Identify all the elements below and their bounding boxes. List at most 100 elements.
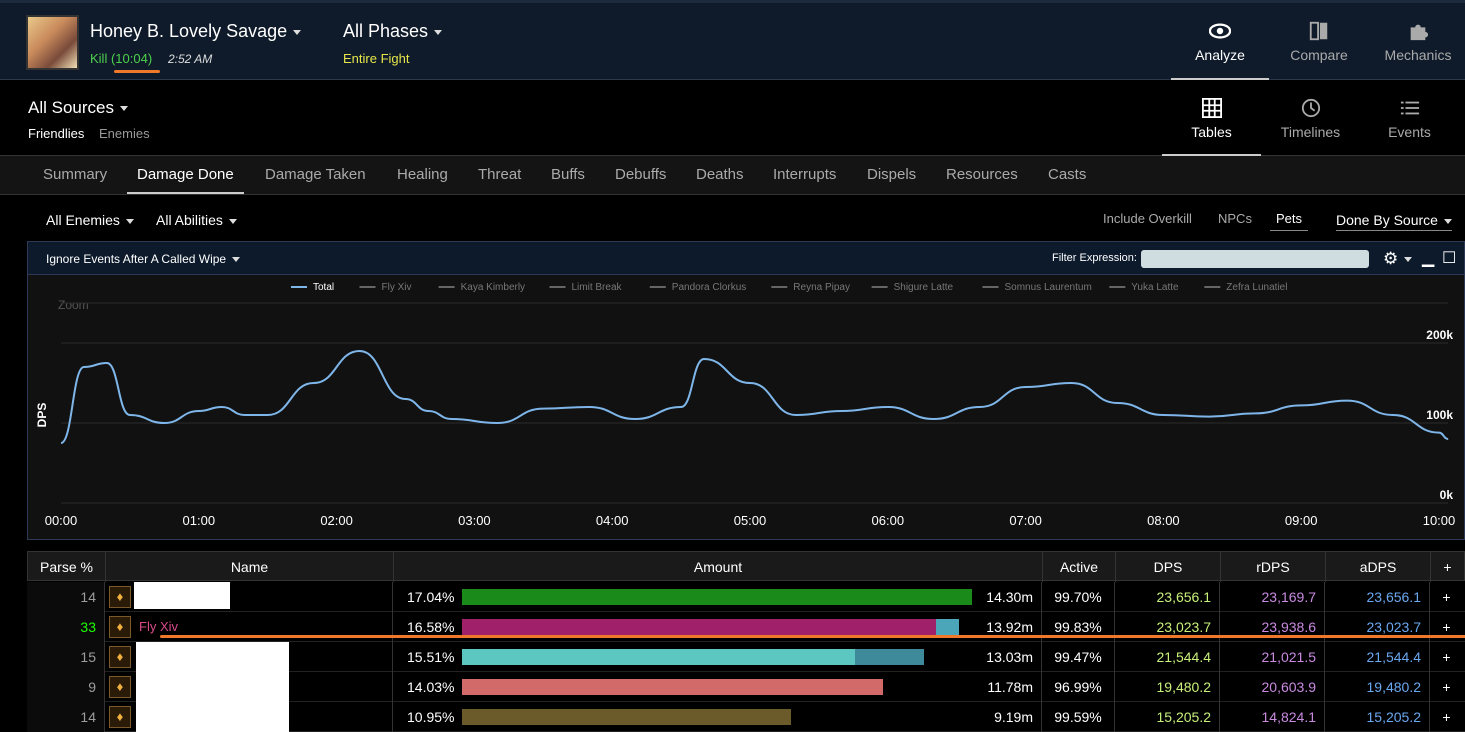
add-button[interactable]: +: [1430, 642, 1463, 672]
enemies-toggle[interactable]: Enemies: [99, 126, 150, 141]
legend-item: Fly Xiv: [382, 282, 412, 293]
adps-cell: 23,656.1: [1325, 582, 1430, 612]
col-parse[interactable]: Parse %: [28, 552, 106, 582]
dps-chart[interactable]: Total Fly Xiv Kaya Kimberly Limit Break Pand…: [28, 275, 1464, 540]
add-button[interactable]: +: [1430, 672, 1463, 702]
col-rdps[interactable]: rDPS: [1221, 552, 1326, 582]
tab-buffs[interactable]: Buffs: [551, 156, 585, 194]
done-by-dropdown[interactable]: Done By Source: [1336, 212, 1452, 231]
legend-item: Yuka Latte: [1131, 282, 1179, 293]
pets-toggle[interactable]: Pets: [1270, 211, 1309, 231]
tab-deaths[interactable]: Deaths: [696, 156, 744, 194]
list-icon: [1400, 101, 1419, 115]
maximize-icon[interactable]: ☐: [1442, 248, 1456, 268]
chevron-down-icon: [119, 106, 128, 112]
tab-damage-done[interactable]: Damage Done: [127, 156, 244, 194]
x-tick-label: 04:00: [596, 513, 629, 528]
redacted-name: [136, 672, 289, 702]
x-tick-label: 00:00: [45, 513, 78, 528]
zoom-label: Zoom: [58, 298, 89, 312]
job-icon: ♦: [109, 706, 131, 728]
name-cell[interactable]: ♦: [105, 672, 393, 702]
phase-selector[interactable]: All Phases: [343, 21, 443, 42]
ignore-events-dropdown[interactable]: Ignore Events After A Called Wipe: [46, 252, 241, 266]
name-cell[interactable]: ♦: [105, 642, 393, 672]
amount-cell: 14.03% 11.78m: [393, 672, 1042, 702]
nav-label: Compare: [1290, 47, 1348, 63]
kill-duration: (10:04): [110, 51, 153, 66]
name-cell[interactable]: ♦: [105, 582, 393, 612]
x-tick-label: 10:00: [1423, 513, 1456, 528]
minimize-icon[interactable]: ▁: [1422, 248, 1434, 268]
table-row[interactable]: 14 ♦ 17.04% 14.30m 99.70% 23,656.1 23,16…: [27, 582, 1465, 612]
adps-cell: 19,480.2: [1325, 672, 1430, 702]
dropdown-label: All Enemies: [46, 212, 120, 228]
nav-label: Analyze: [1195, 47, 1245, 63]
clock-icon: [1301, 98, 1320, 118]
enemies-dropdown[interactable]: All Enemies: [46, 212, 134, 228]
abilities-dropdown[interactable]: All Abilities: [156, 212, 237, 228]
tab-debuffs[interactable]: Debuffs: [615, 156, 666, 194]
table-row[interactable]: 15 ♦ 15.51% 13.03m 99.47% 21,544.4 21,02…: [27, 642, 1465, 672]
friendlies-toggle[interactable]: Friendlies: [28, 126, 84, 141]
sources-title: All Sources: [28, 98, 114, 117]
tab-dispels[interactable]: Dispels: [867, 156, 916, 194]
legend-item: Shigure Latte: [894, 282, 954, 293]
tab-summary[interactable]: Summary: [43, 156, 107, 194]
nav-compare[interactable]: Compare: [1270, 3, 1368, 80]
legend-item: Limit Break: [572, 282, 623, 293]
add-button[interactable]: +: [1430, 582, 1463, 612]
amount-cell: 17.04% 14.30m: [393, 582, 1042, 612]
parse-cell: 15: [27, 642, 105, 672]
nav-analyze[interactable]: Analyze: [1171, 3, 1269, 80]
chevron-down-icon: [293, 29, 302, 35]
fight-selector[interactable]: Honey B. Lovely Savage: [90, 21, 302, 42]
view-label: Tables: [1191, 124, 1232, 140]
amount-bar: [462, 679, 883, 695]
col-adps[interactable]: aDPS: [1326, 552, 1431, 582]
tab-interrupts[interactable]: Interrupts: [773, 156, 836, 194]
tab-damage-taken[interactable]: Damage Taken: [265, 156, 366, 194]
annotation-underline: [160, 635, 1465, 638]
annotation-underline: [114, 70, 160, 73]
active-cell: 99.70%: [1042, 582, 1115, 612]
x-tick-label: 01:00: [183, 513, 216, 528]
filter-expression-input[interactable]: [1141, 250, 1369, 268]
col-add[interactable]: +: [1431, 552, 1464, 582]
sources-selector[interactable]: All Sources: [28, 98, 128, 118]
col-dps[interactable]: DPS: [1116, 552, 1221, 582]
amount-total: 11.78m: [987, 679, 1033, 695]
include-overkill-toggle[interactable]: Include Overkill: [1103, 211, 1192, 226]
rdps-cell: 21,021.5: [1220, 642, 1325, 672]
top-bar: Honey B. Lovely Savage Kill (10:04) 2:52…: [0, 0, 1465, 80]
grid-icon: [1201, 98, 1222, 118]
col-amount[interactable]: Amount: [394, 552, 1043, 582]
col-name[interactable]: Name: [106, 552, 394, 582]
tab-resources[interactable]: Resources: [946, 156, 1018, 194]
tab-threat[interactable]: Threat: [478, 156, 521, 194]
view-events[interactable]: Events: [1360, 80, 1459, 156]
active-cell: 99.47%: [1042, 642, 1115, 672]
amount-bar: [462, 709, 791, 725]
npcs-toggle[interactable]: NPCs: [1218, 211, 1252, 226]
amount-bar: [462, 649, 855, 665]
view-timelines[interactable]: Timelines: [1261, 80, 1360, 156]
view-label: Timelines: [1280, 124, 1341, 140]
table-row[interactable]: 9 ♦ 14.03% 11.78m 96.99% 19,480.2 20,603…: [27, 672, 1465, 702]
filter-bar: All Enemies All Abilities Include Overki…: [0, 196, 1465, 240]
tab-healing[interactable]: Healing: [397, 156, 448, 194]
x-tick-label: 07:00: [1009, 513, 1042, 528]
amount-percent: 15.51%: [407, 649, 455, 665]
legend-item: Reyna Pipay: [793, 282, 850, 293]
y-tick-label: 200k: [1426, 328, 1453, 342]
nav-mechanics[interactable]: Mechanics: [1369, 3, 1465, 80]
col-active[interactable]: Active: [1043, 552, 1116, 582]
job-icon: ♦: [109, 646, 131, 668]
amount-bar: [462, 589, 972, 605]
tab-casts[interactable]: Casts: [1048, 156, 1086, 194]
dps-cell: 23,656.1: [1115, 582, 1220, 612]
x-tick-label: 02:00: [320, 513, 353, 528]
gear-icon[interactable]: ⚙: [1383, 249, 1413, 269]
view-tables[interactable]: Tables: [1162, 80, 1261, 156]
amount-percent: 17.04%: [407, 589, 455, 605]
